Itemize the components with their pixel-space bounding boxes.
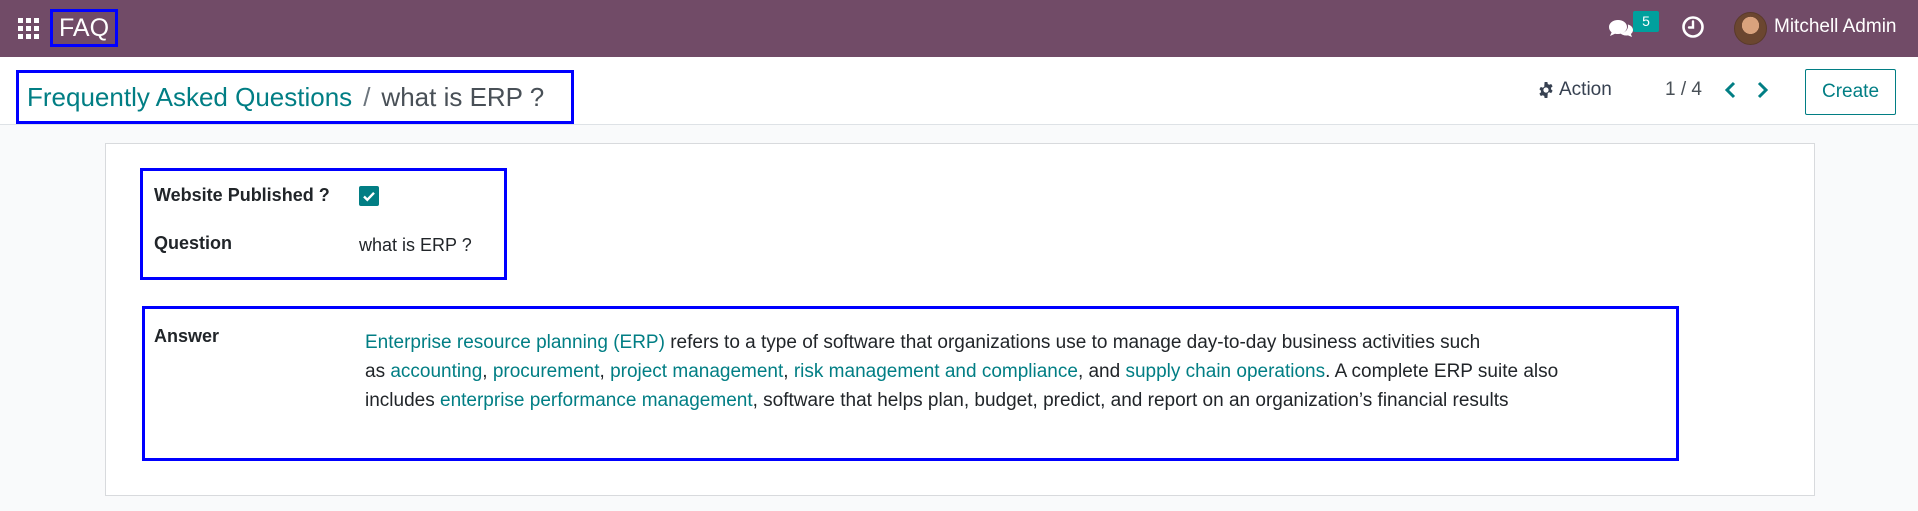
messages-icon[interactable] [1608,15,1634,41]
breadcrumb: Frequently Asked Questions / what is ERP… [16,70,574,124]
activity-clock-icon[interactable] [1681,15,1705,39]
control-panel: Frequently Asked Questions / what is ERP… [0,57,1918,125]
create-button[interactable]: Create [1805,69,1896,115]
chevron-right-icon[interactable] [1753,77,1771,103]
answer-text: . A complete ERP suite also [1325,361,1559,382]
answer-text: , [599,361,611,382]
pager-value[interactable]: 1 / 4 [1665,79,1702,101]
breadcrumb-parent-link[interactable]: Frequently Asked Questions [27,82,352,113]
epm-link[interactable]: enterprise performance management [440,390,753,411]
question-field[interactable]: what is ERP ? [359,235,472,256]
project-management-link[interactable]: project management [610,361,783,382]
answer-line-2: as accounting, procurement, project mana… [365,357,1665,386]
website-published-checkbox[interactable] [359,186,379,206]
answer-label: Answer [154,326,220,346]
answer-text: , [783,361,794,382]
answer-text: , and [1077,361,1126,382]
website-published-label: Website Published ? [154,185,330,205]
erp-link[interactable]: Enterprise resource planning (ERP) [365,332,665,353]
answer-text: refers to a type of software that organi… [664,332,1481,353]
user-avatar[interactable] [1734,12,1767,45]
question-label: Question [154,233,233,253]
breadcrumb-separator: / [363,81,371,112]
chevron-left-icon[interactable] [1722,77,1740,103]
top-navbar: FAQ 5 Mitchell Admin [0,0,1918,57]
answer-text: , [482,361,493,382]
accounting-link[interactable]: accounting [390,361,482,382]
answer-text: as [365,361,391,382]
supply-chain-link[interactable]: supply chain operations [1125,361,1325,382]
answer-line-1: Enterprise resource planning (ERP) refer… [365,328,1665,357]
procurement-link[interactable]: procurement [493,361,600,382]
action-menu-button[interactable]: Action [1538,79,1612,101]
answer-line-3: includes enterprise performance manageme… [365,386,1665,415]
action-label: Action [1559,79,1612,100]
answer-text: includes [365,390,440,411]
checkmark-icon [363,191,375,202]
messages-count-badge: 5 [1633,11,1659,32]
gear-icon [1539,82,1553,98]
answer-text: , software that helps plan, budget, pred… [752,390,1509,411]
answer-field[interactable]: Enterprise resource planning (ERP) refer… [365,328,1665,415]
app-name[interactable]: FAQ [50,9,119,47]
user-menu-name[interactable]: Mitchell Admin [1774,16,1897,38]
breadcrumb-current: what is ERP ? [381,81,545,112]
apps-menu-icon[interactable] [18,18,39,39]
risk-management-link[interactable]: risk management and compliance [794,361,1078,382]
